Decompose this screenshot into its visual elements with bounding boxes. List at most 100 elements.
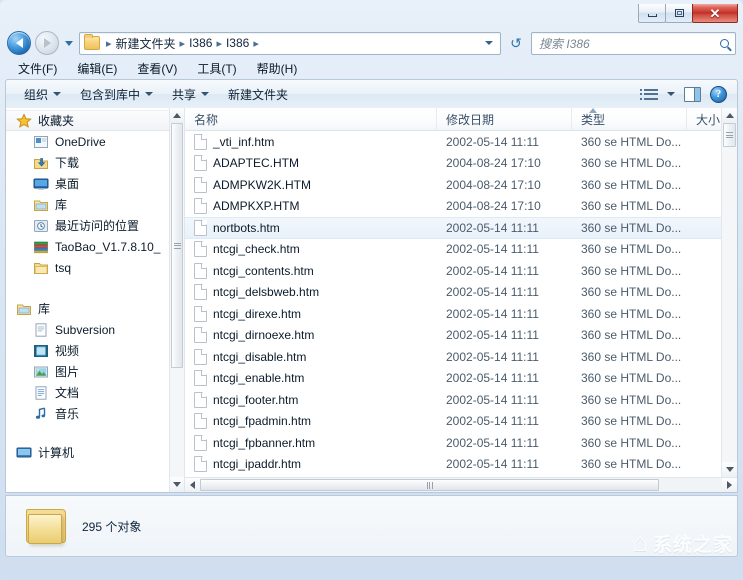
address-dropdown-button[interactable] [481, 41, 497, 45]
table-row[interactable]: ntcgi_ipaddr.htm 2002-05-14 11:11 360 se H… [185, 454, 737, 476]
close-icon: ✕ [709, 5, 721, 21]
table-row[interactable]: nortbots.htm 2002-05-14 11:11 360 se HTML … [185, 217, 737, 239]
preview-pane-icon[interactable] [684, 86, 701, 102]
sidebar-item-pictures[interactable]: 图片 [6, 361, 169, 382]
sidebar-item-documents[interactable]: 文档 [6, 382, 169, 403]
breadcrumb-item-0[interactable]: 新建文件夹 [116, 35, 176, 52]
share-button[interactable]: 共享 [164, 83, 220, 106]
file-name-cell[interactable]: ntcgi_direxe.htm [185, 305, 437, 322]
refresh-button[interactable]: ↺ [505, 32, 527, 55]
sidebar-item-taobao[interactable]: TaoBao_V1.7.8.10_ [6, 236, 169, 257]
table-row[interactable]: ntcgi_dirnoexe.htm 2002-05-14 11:11 360 se… [185, 325, 737, 347]
file-name-cell[interactable]: ADMPKW2K.HTM [185, 176, 437, 193]
sidebar-item-recent-places[interactable]: 最近访问的位置 [6, 215, 169, 236]
search-box[interactable]: 搜索 I386 [531, 31, 736, 55]
menu-item-help[interactable]: 帮助(H) [254, 58, 301, 79]
breadcrumb-separator-3[interactable]: ▸ [249, 37, 263, 50]
hscrollbar-track[interactable] [200, 478, 722, 492]
sidebar-item-music[interactable]: 音乐 [6, 403, 169, 424]
table-row[interactable]: ntcgi_check.htm 2002-05-14 11:11 360 se HT… [185, 239, 737, 261]
table-row[interactable]: ADMPKXP.HTM 2004-08-24 17:10 360 se HTML D… [185, 196, 737, 218]
table-row[interactable]: ntcgi_contents.htm 2002-05-14 11:11 360 se… [185, 260, 737, 282]
menu-item-view[interactable]: 查看(V) [134, 58, 180, 79]
scroll-up-button[interactable] [170, 108, 184, 123]
file-name-cell[interactable]: ntcgi_delsbweb.htm [185, 284, 437, 301]
view-mode-icon[interactable] [640, 88, 658, 100]
sidebar-item-onedrive[interactable]: OneDrive [6, 131, 169, 152]
sidebar-item-computer[interactable]: 计算机 [6, 442, 169, 463]
table-row[interactable]: ntcgi_enable.htm 2002-05-14 11:11 360 se H… [185, 368, 737, 390]
file-date-cell: 2004-08-24 17:10 [446, 156, 541, 171]
table-row[interactable]: ntcgi_fpadmin.htm 2002-05-14 11:11 360 se … [185, 411, 737, 433]
sidebar-item-videos[interactable]: 视频 [6, 340, 169, 361]
file-name-cell[interactable]: ntcgi_fpbanner.htm [185, 434, 437, 451]
file-name-cell[interactable]: ntcgi_footer.htm [185, 391, 437, 408]
table-row[interactable]: ADAPTEC.HTM 2004-08-24 17:10 360 se HTML D… [185, 153, 737, 175]
search-icon[interactable] [720, 38, 729, 48]
scrollbar-thumb[interactable] [171, 123, 183, 368]
maximize-button[interactable] [665, 4, 693, 23]
search-input[interactable]: 搜索 I386 [539, 35, 720, 52]
breadcrumb-separator-2[interactable]: ▸ [212, 37, 226, 50]
scroll-up-button[interactable] [722, 108, 737, 123]
scroll-right-button[interactable] [722, 478, 737, 492]
table-row[interactable]: ntcgi_footer.htm 2002-05-14 11:11 360 se H… [185, 389, 737, 411]
scrollbar-track[interactable] [170, 123, 184, 477]
file-name-cell[interactable]: _vti_inf.htm [185, 133, 437, 150]
hscrollbar-thumb[interactable] [200, 479, 660, 491]
column-header-date[interactable]: 修改日期 [437, 108, 572, 130]
organize-button[interactable]: 组织 [16, 83, 72, 106]
file-name-cell[interactable]: ntcgi_disable.htm [185, 348, 437, 365]
scroll-down-button[interactable] [722, 462, 737, 477]
breadcrumb-item-2[interactable]: I386 [226, 36, 249, 50]
sidebar-item-tsq[interactable]: tsq [6, 257, 169, 278]
file-list-scrollbar[interactable] [721, 108, 737, 477]
scrollbar-track[interactable] [722, 123, 737, 462]
menu-item-edit[interactable]: 编辑(E) [74, 58, 120, 79]
sidebar-item-subversion[interactable]: Subversion [6, 319, 169, 340]
navigation-scrollbar[interactable] [169, 108, 184, 492]
table-row[interactable]: ADMPKW2K.HTM 2004-08-24 17:10 360 se HTML … [185, 174, 737, 196]
sidebar-item-libraries[interactable]: 库 [6, 298, 169, 319]
table-row[interactable]: ntcgi_fpbanner.htm 2002-05-14 11:11 360 se… [185, 432, 737, 454]
scroll-down-button[interactable] [170, 477, 184, 492]
scrollbar-thumb[interactable] [723, 123, 736, 147]
column-header-name[interactable]: 名称 [185, 108, 437, 130]
sidebar-item-library[interactable]: 库 [6, 194, 169, 215]
breadcrumb-separator-0[interactable]: ▸ [102, 37, 116, 50]
file-name-cell[interactable]: ntcgi_ipaddr.htm [185, 456, 437, 473]
menu-item-file[interactable]: 文件(F) [15, 58, 60, 79]
table-row[interactable]: ntcgi_disable.htm 2002-05-14 11:11 360 se … [185, 346, 737, 368]
sidebar-item-favorites[interactable]: 收藏夹 [6, 110, 169, 131]
file-name-cell[interactable]: ntcgi_dirnoexe.htm [185, 327, 437, 344]
sidebar-item-downloads[interactable]: 下载 [6, 152, 169, 173]
file-name-cell[interactable]: ADAPTEC.HTM [185, 155, 437, 172]
menu-item-tools[interactable]: 工具(T) [194, 58, 239, 79]
minimize-icon [647, 13, 657, 17]
file-name-cell[interactable]: ntcgi_check.htm [185, 241, 437, 258]
file-name-cell[interactable]: ADMPKXP.HTM [185, 198, 437, 215]
table-row[interactable]: _vti_inf.htm 2002-05-14 11:11 360 se HTML … [185, 131, 737, 153]
file-name-cell[interactable]: ntcgi_enable.htm [185, 370, 437, 387]
breadcrumb-separator-1[interactable]: ▸ [176, 37, 190, 50]
table-row[interactable]: ntcgi_delsbweb.htm 2002-05-14 11:11 360 se… [185, 282, 737, 304]
breadcrumb-item-1[interactable]: I386 [189, 36, 212, 50]
include-in-library-button[interactable]: 包含到库中 [72, 83, 164, 106]
forward-button[interactable] [35, 31, 59, 55]
recent-locations-icon[interactable] [65, 40, 73, 46]
back-button[interactable] [7, 31, 31, 55]
chevron-down-icon[interactable] [667, 92, 675, 96]
breadcrumb[interactable]: ▸ 新建文件夹 ▸ I386 ▸ I386 ▸ [79, 31, 501, 55]
file-name-cell[interactable]: nortbots.htm [185, 219, 437, 236]
scroll-left-button[interactable] [185, 478, 200, 492]
close-button[interactable]: ✕ [692, 4, 738, 23]
table-row[interactable]: ntcgi_direxe.htm 2002-05-14 11:11 360 se H… [185, 303, 737, 325]
file-name-cell[interactable]: ntcgi_contents.htm [185, 262, 437, 279]
sidebar-item-desktop[interactable]: 桌面 [6, 173, 169, 194]
file-name-cell[interactable]: ntcgi_fpadmin.htm [185, 413, 437, 430]
minimize-button[interactable] [638, 4, 666, 23]
new-folder-button[interactable]: 新建文件夹 [220, 83, 299, 106]
file-list-hscrollbar[interactable] [185, 477, 737, 492]
help-icon[interactable]: ? [710, 85, 727, 103]
html-file-icon [194, 219, 207, 236]
